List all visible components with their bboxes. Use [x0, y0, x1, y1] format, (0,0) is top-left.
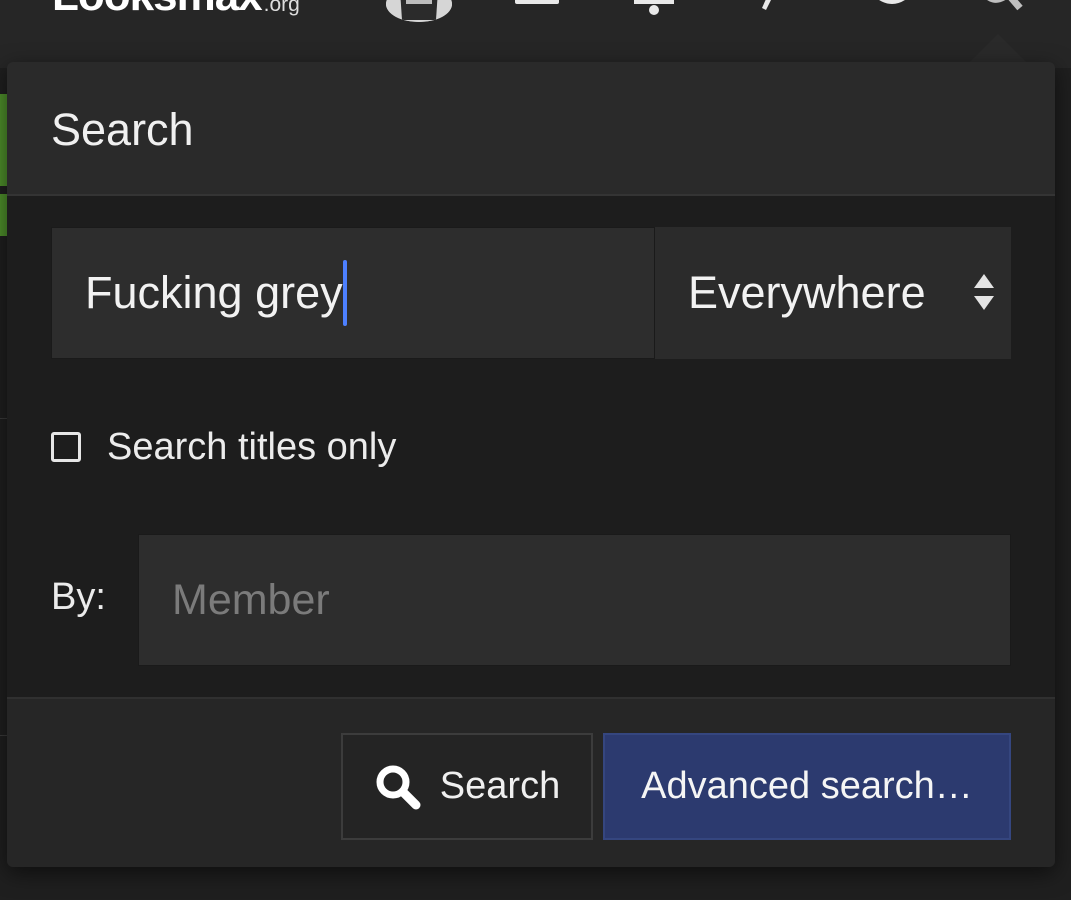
search-menu: Search Fucking grey Everywhere Search ti…: [7, 62, 1055, 867]
member-placeholder: Member: [172, 575, 330, 624]
top-navigation-bar: Looksmax .org: [0, 0, 1071, 68]
site-logo[interactable]: Looksmax .org: [52, 0, 300, 18]
logo-tld: .org: [263, 0, 300, 16]
background-accent-bar: [0, 94, 7, 186]
search-menu-title: Search: [51, 104, 194, 155]
search-menu-header: Search: [7, 62, 1055, 196]
search-scope-select[interactable]: Everywhere: [655, 227, 1011, 359]
magnifier-icon: [374, 763, 422, 811]
search-menu-footer: Search Advanced search…: [7, 697, 1055, 867]
member-input[interactable]: Member: [138, 534, 1011, 666]
search-query-value: Fucking grey: [85, 267, 343, 318]
up-down-arrows-icon: [973, 272, 995, 312]
chat-icon[interactable]: [868, 0, 916, 10]
background-accent-bar: [0, 194, 7, 236]
titles-only-label: Search titles only: [107, 425, 397, 468]
inbox-icon[interactable]: [514, 0, 560, 6]
search-scope-value: Everywhere: [688, 267, 926, 318]
logo-wordmark: Looksmax: [52, 0, 263, 18]
titles-only-option[interactable]: Search titles only: [51, 422, 396, 472]
search-query-input[interactable]: Fucking grey: [51, 227, 655, 359]
titles-only-checkbox[interactable]: [51, 432, 81, 462]
search-nav-icon[interactable]: [980, 0, 1026, 12]
search-button-label: Search: [439, 765, 561, 807]
text-cursor: [342, 260, 347, 326]
alerts-icon[interactable]: [632, 0, 676, 16]
advanced-search-button-label: Advanced search…: [641, 765, 973, 807]
user-avatar[interactable]: [386, 0, 452, 22]
advanced-search-button[interactable]: Advanced search…: [603, 733, 1011, 840]
search-button[interactable]: Search: [341, 733, 593, 840]
by-member-label: By:: [51, 576, 106, 618]
bookmark-icon[interactable]: [756, 0, 778, 12]
menu-pointer: [968, 34, 1028, 64]
